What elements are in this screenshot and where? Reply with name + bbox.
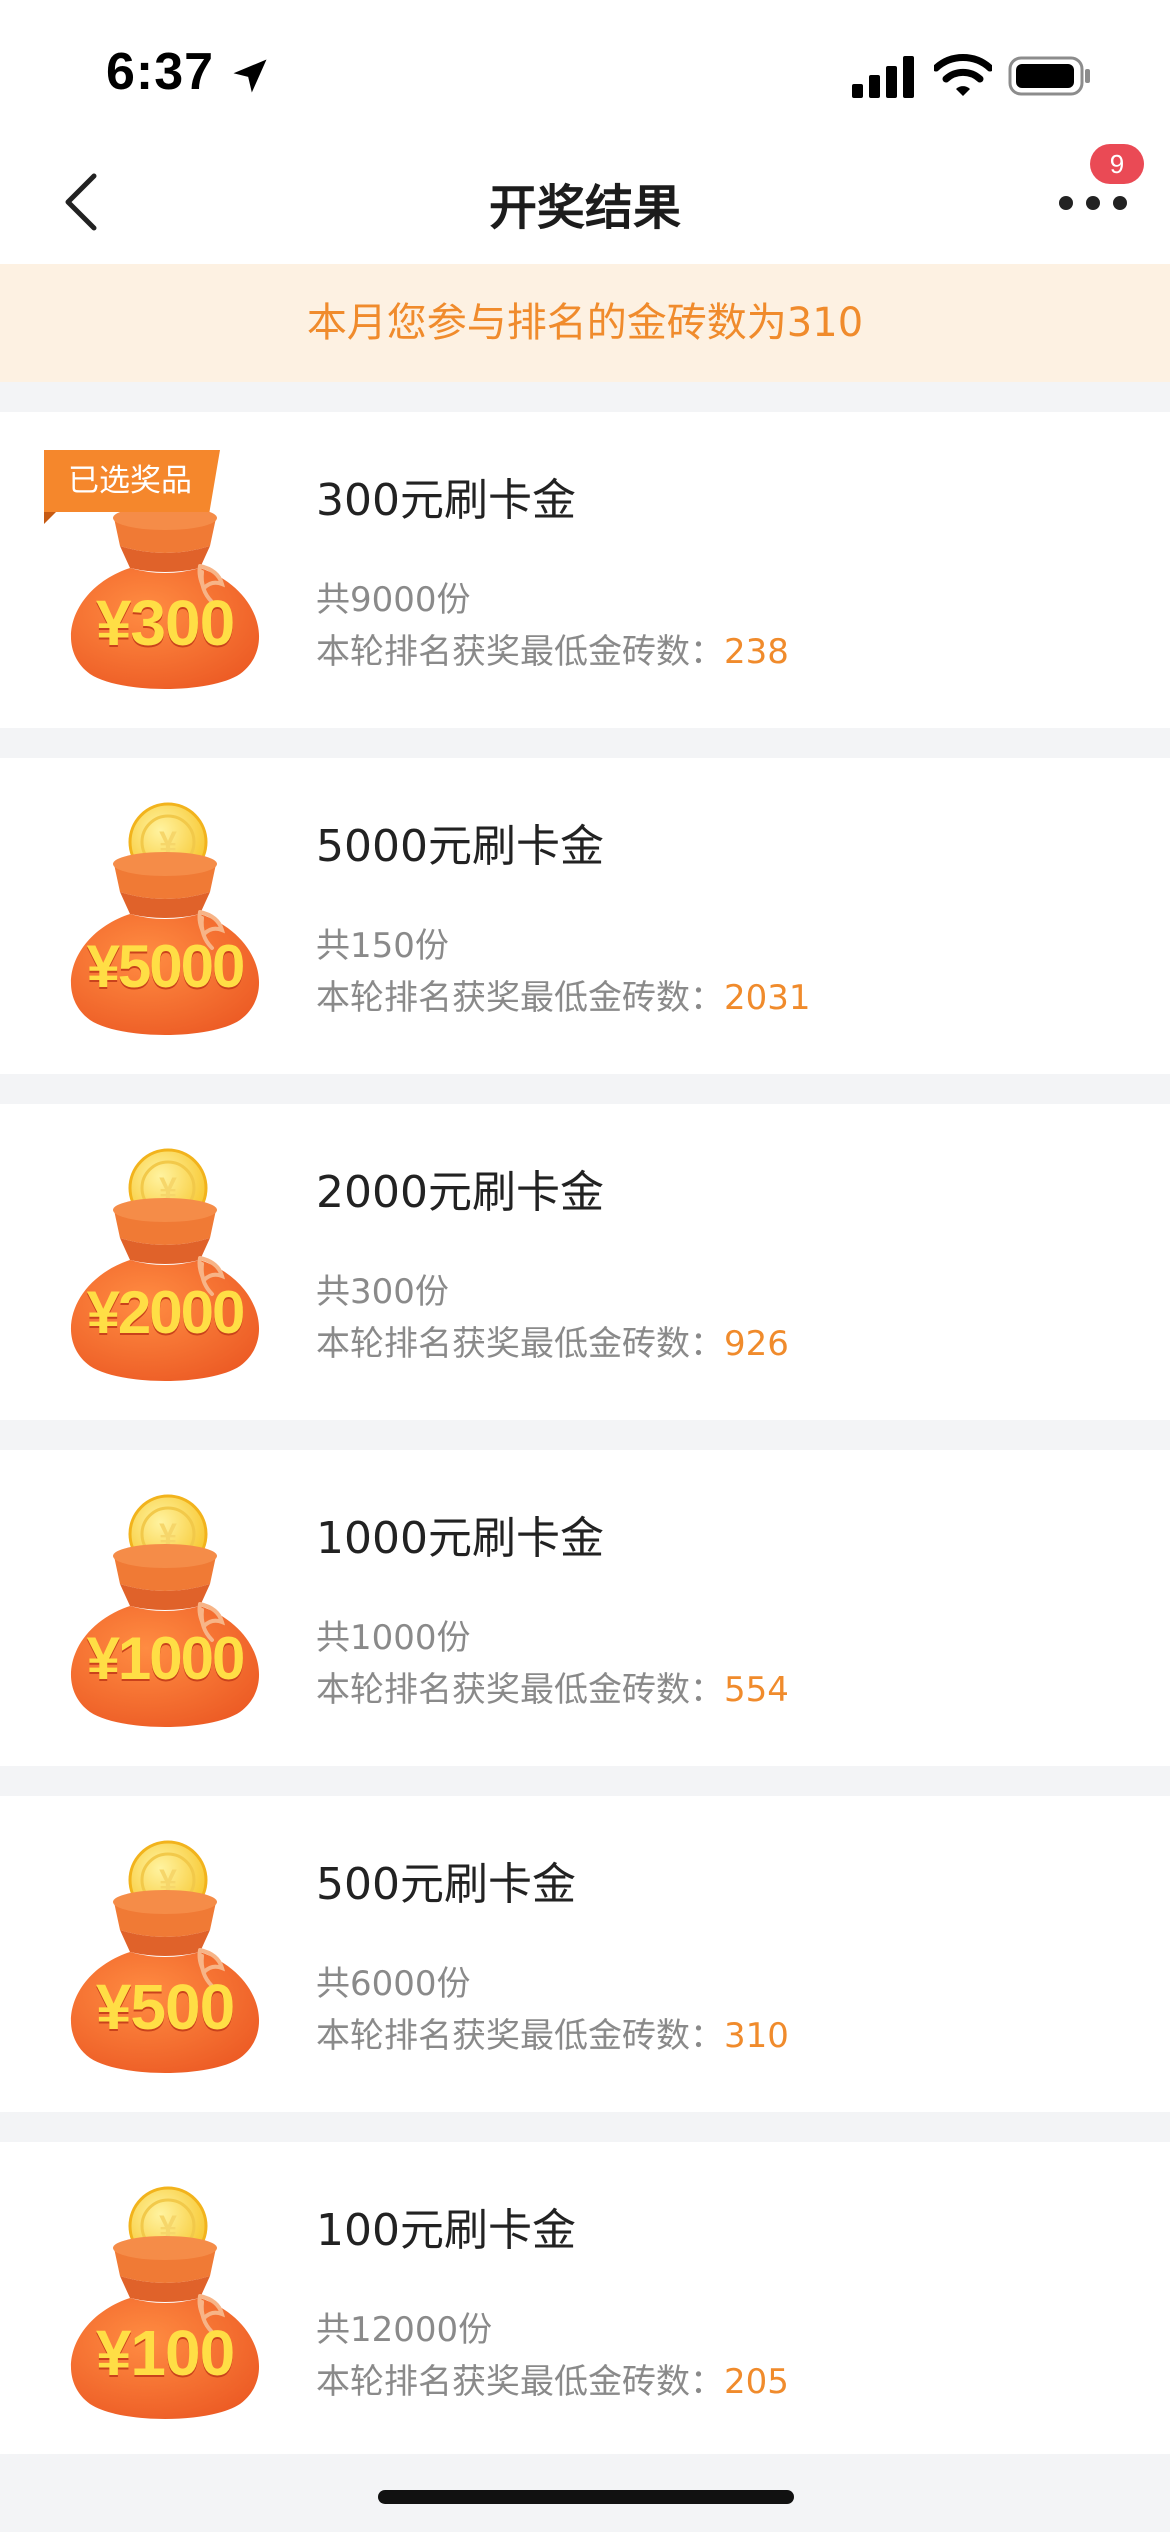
home-indicator <box>378 2490 794 2504</box>
prize-min-bricks: 本轮排名获奖最低金砖数：554 <box>316 1662 789 1711</box>
prize-min-value: 926 <box>724 1324 789 1364</box>
prize-count: 共6000份 <box>316 1964 471 2004</box>
prize-image: ¥ ¥1000 <box>50 1486 280 1736</box>
prize-count: 共300份 <box>316 1272 449 1312</box>
prize-min-bricks: 本轮排名获奖最低金砖数：2031 <box>316 970 811 1019</box>
prize-min-label: 本轮排名获奖最低金砖数： <box>316 2016 724 2056</box>
prize-min-bricks: 本轮排名获奖最低金砖数：205 <box>316 2354 789 2403</box>
prize-name: 500元刷卡金 <box>316 1859 576 1910</box>
prize-card[interactable]: ¥ ¥2000 2000元刷卡金 共300份 本轮排名获奖最低金砖数：926 <box>0 1104 1170 1420</box>
prize-min-value: 2031 <box>724 978 811 1018</box>
prize-card[interactable]: ¥ ¥1000 1000元刷卡金 共1000份 本轮排名获奖最低金砖数：554 <box>0 1450 1170 1766</box>
prize-min-bricks: 本轮排名获奖最低金砖数：926 <box>316 1316 789 1365</box>
prize-name: 300元刷卡金 <box>316 475 576 526</box>
selected-tag-fold <box>44 512 56 524</box>
money-bag-icon: ¥ <box>70 2186 260 2419</box>
prize-image: ¥ ¥500 <box>50 1832 280 2082</box>
prize-name: 1000元刷卡金 <box>316 1513 604 1564</box>
prize-amount: ¥1000 <box>86 1625 246 1692</box>
prize-min-label: 本轮排名获奖最低金砖数： <box>316 632 724 672</box>
prize-min-value: 238 <box>724 632 789 672</box>
prize-count: 共150份 <box>316 926 449 966</box>
prize-count: 共12000份 <box>316 2310 493 2350</box>
prize-min-label: 本轮排名获奖最低金砖数： <box>316 2362 724 2402</box>
prize-count: 共1000份 <box>316 1618 471 1658</box>
prize-image: ¥ ¥5000 <box>50 794 280 1044</box>
prize-min-label: 本轮排名获奖最低金砖数： <box>316 978 724 1018</box>
nav-bar: 开奖结果 9 <box>0 140 1170 264</box>
prize-amount: ¥5000 <box>86 933 246 1000</box>
prize-min-value: 310 <box>724 2016 789 2056</box>
page-title: 开奖结果 <box>488 180 681 236</box>
prize-min-label: 本轮排名获奖最低金砖数： <box>316 1324 724 1364</box>
money-bag-icon: ¥ <box>70 1148 260 1381</box>
selected-prize-tag: 已选奖品 <box>44 450 220 512</box>
prize-name: 5000元刷卡金 <box>316 821 604 872</box>
status-bar: 6:37 <box>0 0 1170 140</box>
more-options-icon[interactable] <box>1058 188 1128 218</box>
money-bag-icon: ¥ <box>70 1840 260 2073</box>
money-bag-icon: ¥ <box>70 802 260 1035</box>
prize-card[interactable]: ¥300 已选奖品 300元刷卡金 共9000份 本轮排名获奖最低金砖数：238 <box>0 412 1170 728</box>
prize-results-page: 6:37 开奖结果 9 本月您参与排名的金砖数为310 ¥300 已选奖品 30… <box>0 0 1170 2532</box>
prize-image: ¥ ¥2000 <box>50 1140 280 1390</box>
prize-min-label: 本轮排名获奖最低金砖数： <box>316 1670 724 1710</box>
prize-list: ¥300 已选奖品 300元刷卡金 共9000份 本轮排名获奖最低金砖数：238… <box>0 412 1170 2454</box>
battery-icon <box>1008 56 1090 96</box>
prize-card[interactable]: ¥ ¥500 500元刷卡金 共6000份 本轮排名获奖最低金砖数：310 <box>0 1796 1170 2112</box>
prize-min-bricks: 本轮排名获奖最低金砖数：310 <box>316 2008 789 2057</box>
notification-badge: 9 <box>1090 144 1144 184</box>
brick-count-notice: 本月您参与排名的金砖数为310 <box>0 264 1170 382</box>
location-arrow-icon <box>233 59 267 93</box>
prize-card[interactable]: ¥ ¥100 100元刷卡金 共12000份 本轮排名获奖最低金砖数：205 <box>0 2142 1170 2454</box>
prize-amount: ¥500 <box>95 1971 235 2043</box>
prize-min-bricks: 本轮排名获奖最低金砖数：238 <box>316 624 789 673</box>
prize-amount: ¥2000 <box>86 1279 246 1346</box>
prize-amount: ¥300 <box>95 587 235 659</box>
wifi-icon <box>934 54 992 96</box>
prize-min-value: 554 <box>724 1670 789 1710</box>
cellular-signal-icon <box>852 56 914 98</box>
prize-name: 2000元刷卡金 <box>316 1167 604 1218</box>
money-bag-icon: ¥ <box>70 1494 260 1727</box>
prize-card[interactable]: ¥ ¥5000 5000元刷卡金 共150份 本轮排名获奖最低金砖数：2031 <box>0 758 1170 1074</box>
prize-image: ¥ ¥100 <box>50 2178 280 2428</box>
prize-amount: ¥100 <box>95 2317 235 2389</box>
prize-count: 共9000份 <box>316 580 471 620</box>
prize-name: 100元刷卡金 <box>316 2205 576 2256</box>
status-time: 6:37 <box>106 43 215 101</box>
prize-min-value: 205 <box>724 2362 789 2402</box>
